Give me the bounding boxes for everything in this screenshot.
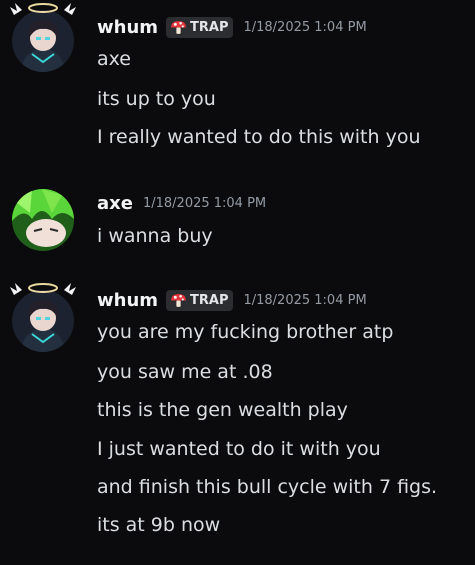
user-tag[interactable]: TRAP xyxy=(166,16,234,38)
username[interactable]: axe xyxy=(97,193,133,214)
username[interactable]: whum xyxy=(97,17,158,38)
username[interactable]: whum xyxy=(97,290,158,311)
user-tag-label: TRAP xyxy=(190,19,229,35)
message-line: its at 9b now xyxy=(97,514,221,536)
message-line: this is the gen wealth play xyxy=(97,399,348,421)
message-line: I really wanted to do this with you xyxy=(97,126,421,148)
mushroom-icon xyxy=(171,20,186,34)
user-tag[interactable]: TRAP xyxy=(166,289,234,311)
message-line: you saw me at .08 xyxy=(97,361,273,383)
halo-wings-decoration-icon xyxy=(10,283,76,295)
avatar-axe[interactable] xyxy=(12,189,74,251)
message-group-whum-2: whum TRAP 1/18/2025 1:04 PM you are my f… xyxy=(0,280,475,565)
avatar-image xyxy=(12,189,74,251)
mushroom-icon xyxy=(171,293,186,307)
user-tag-label: TRAP xyxy=(190,292,229,308)
chat-log: whum TRAP 1/18/2025 1:04 PM axe its up t… xyxy=(0,0,475,565)
message-group-whum-1: whum TRAP 1/18/2025 1:04 PM axe its up t… xyxy=(0,0,475,170)
message-line: axe xyxy=(97,48,131,70)
timestamp[interactable]: 1/18/2025 1:04 PM xyxy=(243,293,366,308)
message-line: you are my fucking brother atp xyxy=(97,321,394,343)
timestamp[interactable]: 1/18/2025 1:04 PM xyxy=(143,196,266,211)
message-line: i wanna buy xyxy=(97,225,213,247)
message-group-axe: axe 1/18/2025 1:04 PM i wanna buy xyxy=(0,180,475,260)
halo-wings-decoration-icon xyxy=(10,3,76,15)
message-line: and finish this bull cycle with 7 figs. xyxy=(97,476,438,498)
timestamp[interactable]: 1/18/2025 1:04 PM xyxy=(243,20,366,35)
message-line: its up to you xyxy=(97,88,216,110)
message-line: I just wanted to do it with you xyxy=(97,438,381,460)
avatar-whum[interactable] xyxy=(10,3,76,72)
avatar-whum[interactable] xyxy=(10,283,76,352)
